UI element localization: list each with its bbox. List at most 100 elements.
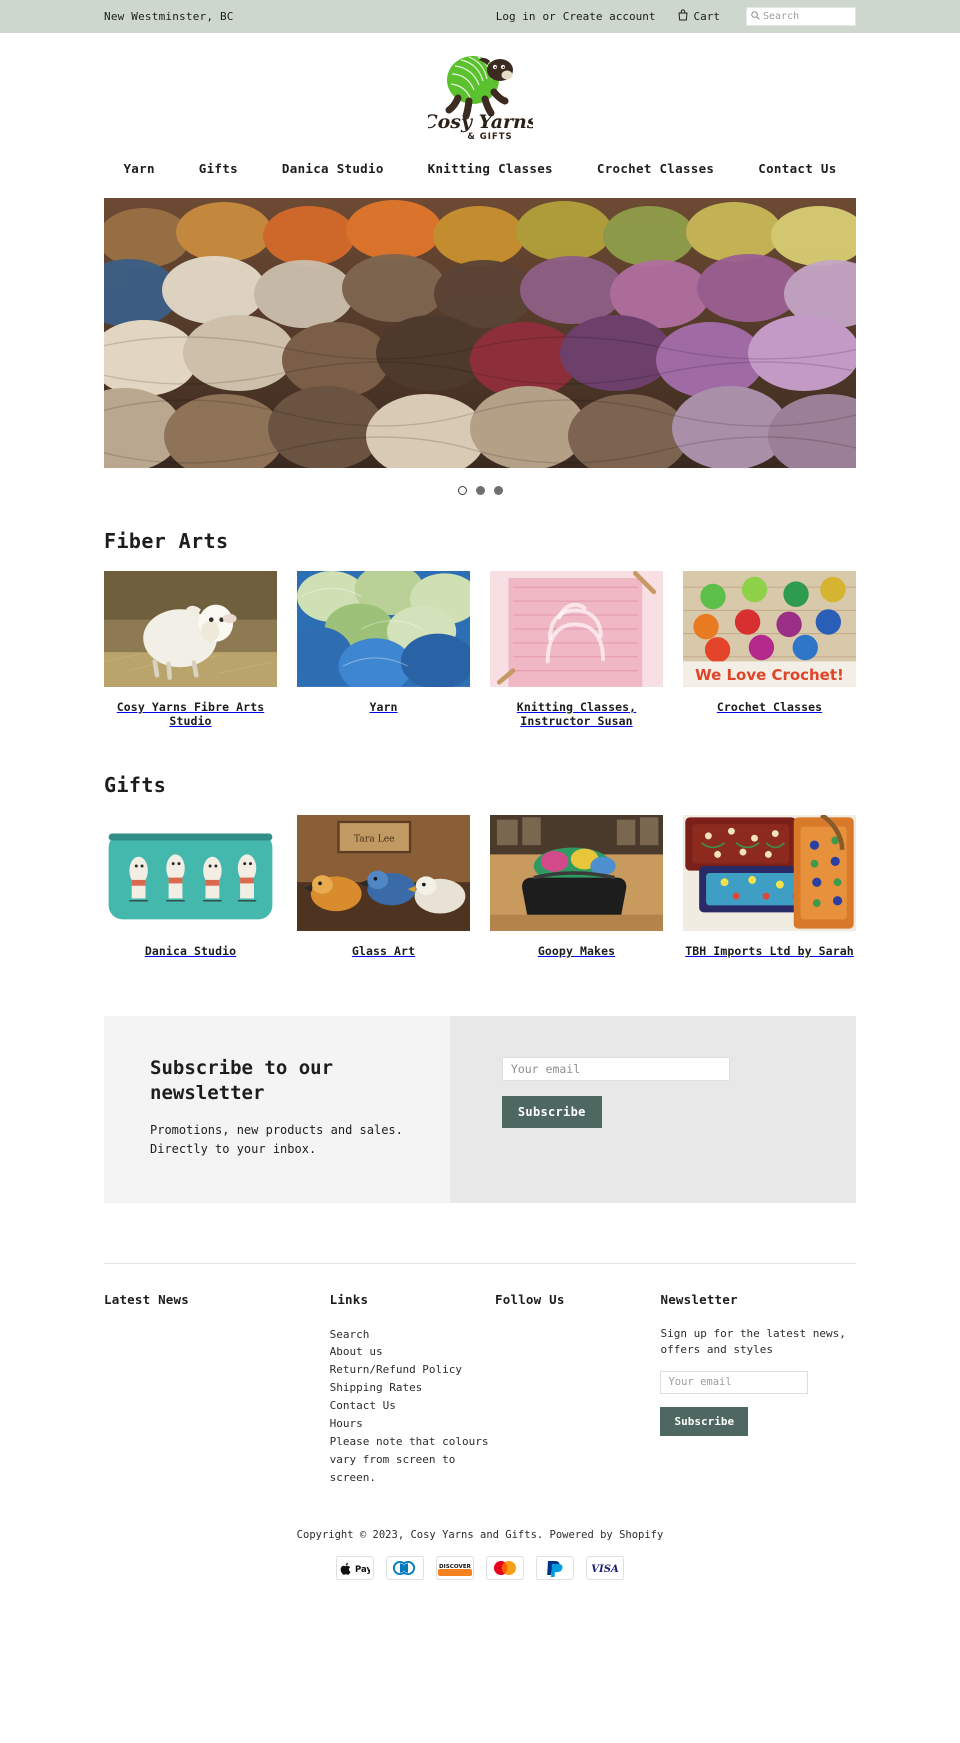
footer-link-return-refund-policy[interactable]: Return/Refund Policy bbox=[330, 1361, 495, 1379]
footer-heading-follow-us: Follow Us bbox=[495, 1291, 565, 1307]
collection-thumbnail bbox=[490, 814, 663, 931]
collection-grid-gifts: Danica Studio Tara Lee Glass Art Goopy M… bbox=[104, 814, 856, 958]
nav-item-contact-us[interactable]: Contact Us bbox=[736, 161, 858, 176]
collection-thumbnail bbox=[104, 571, 277, 687]
newsletter-email-placeholder: Your email bbox=[510, 1061, 581, 1076]
newsletter-email-input[interactable]: Your email bbox=[501, 1056, 730, 1081]
newsletter-heading: Subscribe to our newsletter bbox=[150, 1056, 334, 1104]
yarn-skeins-image bbox=[297, 571, 470, 687]
footer-column-follow-us: Follow Us bbox=[495, 1292, 660, 1487]
footer-newsletter-blurb: Sign up for the latest news, offers and … bbox=[660, 1326, 846, 1357]
collection-caption: Crochet Classes bbox=[716, 699, 823, 714]
svg-text:Cosy Yarns: Cosy Yarns bbox=[428, 111, 533, 133]
footer-column-links: Links Search About us Return/Refund Poli… bbox=[330, 1292, 495, 1487]
collection-card-glass-art[interactable]: Tara Lee Glass Art bbox=[297, 814, 470, 958]
footer-link-search[interactable]: Search bbox=[330, 1326, 495, 1344]
search-input[interactable]: Search bbox=[746, 7, 856, 26]
newsletter-form: Your email Subscribe bbox=[449, 1015, 856, 1203]
svg-text:Pay: Pay bbox=[355, 1565, 370, 1575]
hero-image bbox=[104, 198, 856, 468]
newsletter-copy: Subscribe to our newsletter Promotions, … bbox=[104, 1015, 450, 1203]
footer-column-newsletter: Newsletter Sign up for the latest news, … bbox=[660, 1292, 856, 1487]
diners-club-icon bbox=[386, 1555, 424, 1580]
create-account-link[interactable]: Create account bbox=[563, 10, 656, 23]
section-title-gifts: Gifts bbox=[104, 772, 167, 797]
svg-text:Tara Lee: Tara Lee bbox=[354, 833, 395, 844]
embroidered-pouch-image bbox=[683, 814, 856, 931]
slide-dot-1[interactable] bbox=[457, 486, 467, 495]
nav-item-crochet-classes[interactable]: Crochet Classes bbox=[575, 161, 736, 176]
project-bag-image bbox=[490, 814, 663, 931]
footer-link-shipping-rates[interactable]: Shipping Rates bbox=[330, 1379, 495, 1397]
store-location: New Westminster, BC bbox=[104, 10, 234, 23]
svg-text:DISCOVER: DISCOVER bbox=[439, 1564, 472, 1570]
cart-link[interactable]: Cart bbox=[677, 9, 720, 24]
glass-birds-image: Tara Lee bbox=[297, 814, 470, 931]
newsletter-panel: Subscribe to our newsletter Promotions, … bbox=[104, 1015, 856, 1203]
slide-dot-2[interactable] bbox=[475, 486, 485, 495]
site-header: Cosy Yarns & GIFTS bbox=[0, 33, 960, 155]
paypal-icon bbox=[536, 1555, 574, 1580]
llama-pouch-image bbox=[104, 814, 277, 931]
svg-text:VISA: VISA bbox=[591, 1564, 619, 1575]
collection-card-crochet-classes[interactable]: We Love Crochet! Crochet Classes bbox=[683, 571, 856, 729]
footer-newsletter-email-input[interactable]: Your email bbox=[660, 1370, 809, 1394]
collection-grid-fiber-arts: Cosy Yarns Fibre Arts Studio Yarn Knitti… bbox=[104, 571, 856, 729]
collection-card-goopy-makes[interactable]: Goopy Makes bbox=[490, 814, 663, 958]
copyright-text: Copyright © 2023, Cosy Yarns and Gifts. … bbox=[296, 1528, 664, 1541]
search-placeholder: Search bbox=[763, 11, 800, 22]
svg-text:We Love Crochet!: We Love Crochet! bbox=[695, 666, 844, 684]
collection-thumbnail bbox=[490, 571, 663, 687]
main-navigation: Yarn Gifts Danica Studio Knitting Classe… bbox=[0, 155, 960, 198]
topbar-account-area: Log in or Create account Cart Search bbox=[496, 0, 856, 33]
or-separator: or bbox=[542, 10, 556, 23]
nav-item-gifts[interactable]: Gifts bbox=[177, 161, 260, 176]
collection-card-yarn[interactable]: Yarn bbox=[297, 571, 470, 729]
footer-columns: Latest News Links Search About us Return… bbox=[104, 1292, 856, 1487]
svg-text:& GIFTS: & GIFTS bbox=[467, 132, 512, 142]
lamb-image bbox=[104, 571, 277, 687]
collection-caption: Yarn bbox=[369, 699, 398, 714]
login-link[interactable]: Log in bbox=[496, 10, 536, 23]
logo-icon: Cosy Yarns & GIFTS bbox=[428, 56, 533, 142]
collection-caption: Cosy Yarns Fibre Arts Studio bbox=[116, 699, 265, 729]
collection-thumbnail bbox=[104, 814, 277, 931]
hero-slideshow[interactable] bbox=[104, 198, 856, 468]
collection-thumbnail bbox=[683, 814, 856, 931]
newsletter-subscribe-button[interactable]: Subscribe bbox=[501, 1095, 602, 1128]
cart-icon bbox=[677, 9, 688, 24]
announcement-bar: New Westminster, BC Log in or Create acc… bbox=[0, 0, 960, 33]
collection-caption: Glass Art bbox=[351, 943, 416, 958]
collection-section-gifts: Gifts Danica Studio Tara Lee Glass Art G… bbox=[104, 773, 856, 958]
footer-heading-newsletter: Newsletter bbox=[660, 1291, 738, 1307]
logo-link[interactable]: Cosy Yarns & GIFTS bbox=[428, 44, 533, 144]
footer-subscribe-button[interactable]: Subscribe bbox=[660, 1406, 749, 1436]
footer-heading-latest-news: Latest News bbox=[104, 1291, 189, 1307]
site-footer: Latest News Links Search About us Return… bbox=[104, 1262, 856, 1606]
collection-section-fiber-arts: Fiber Arts Cosy Yarns Fibre Arts Studio … bbox=[104, 529, 856, 729]
collection-card-cosy-yarns-studio[interactable]: Cosy Yarns Fibre Arts Studio bbox=[104, 571, 277, 729]
nav-item-danica-studio[interactable]: Danica Studio bbox=[260, 161, 406, 176]
nav-item-knitting-classes[interactable]: Knitting Classes bbox=[406, 161, 575, 176]
collection-thumbnail bbox=[297, 571, 470, 687]
footer-link-hours[interactable]: Hours bbox=[330, 1415, 495, 1433]
footer-link-about-us[interactable]: About us bbox=[330, 1343, 495, 1361]
footer-link-contact-us[interactable]: Contact Us bbox=[330, 1397, 495, 1415]
knitted-swatch-image bbox=[490, 571, 663, 687]
footer-newsletter-placeholder: Your email bbox=[668, 1376, 732, 1388]
visa-icon: VISA bbox=[586, 1555, 624, 1580]
collection-caption: Knitting Classes, Instructor Susan bbox=[516, 699, 637, 729]
slideshow-dots[interactable] bbox=[0, 468, 960, 495]
nav-item-yarn[interactable]: Yarn bbox=[101, 161, 176, 176]
footer-colour-note: Please note that colours vary from scree… bbox=[329, 1435, 489, 1484]
collection-thumbnail: Tara Lee bbox=[297, 814, 470, 931]
newsletter-body: Promotions, new products and sales. Dire… bbox=[150, 1123, 403, 1156]
collection-card-knitting-classes[interactable]: Knitting Classes, Instructor Susan bbox=[490, 571, 663, 729]
collection-card-danica-studio[interactable]: Danica Studio bbox=[104, 814, 277, 958]
collection-card-tbh-imports[interactable]: TBH Imports Ltd by Sarah bbox=[683, 814, 856, 958]
payment-methods: Pay DISCOVER VISA bbox=[104, 1555, 856, 1606]
apple-pay-icon: Pay bbox=[336, 1555, 374, 1580]
collection-caption: TBH Imports Ltd by Sarah bbox=[685, 943, 854, 958]
slide-dot-3[interactable] bbox=[493, 486, 503, 495]
footer-heading-links: Links bbox=[329, 1291, 369, 1307]
